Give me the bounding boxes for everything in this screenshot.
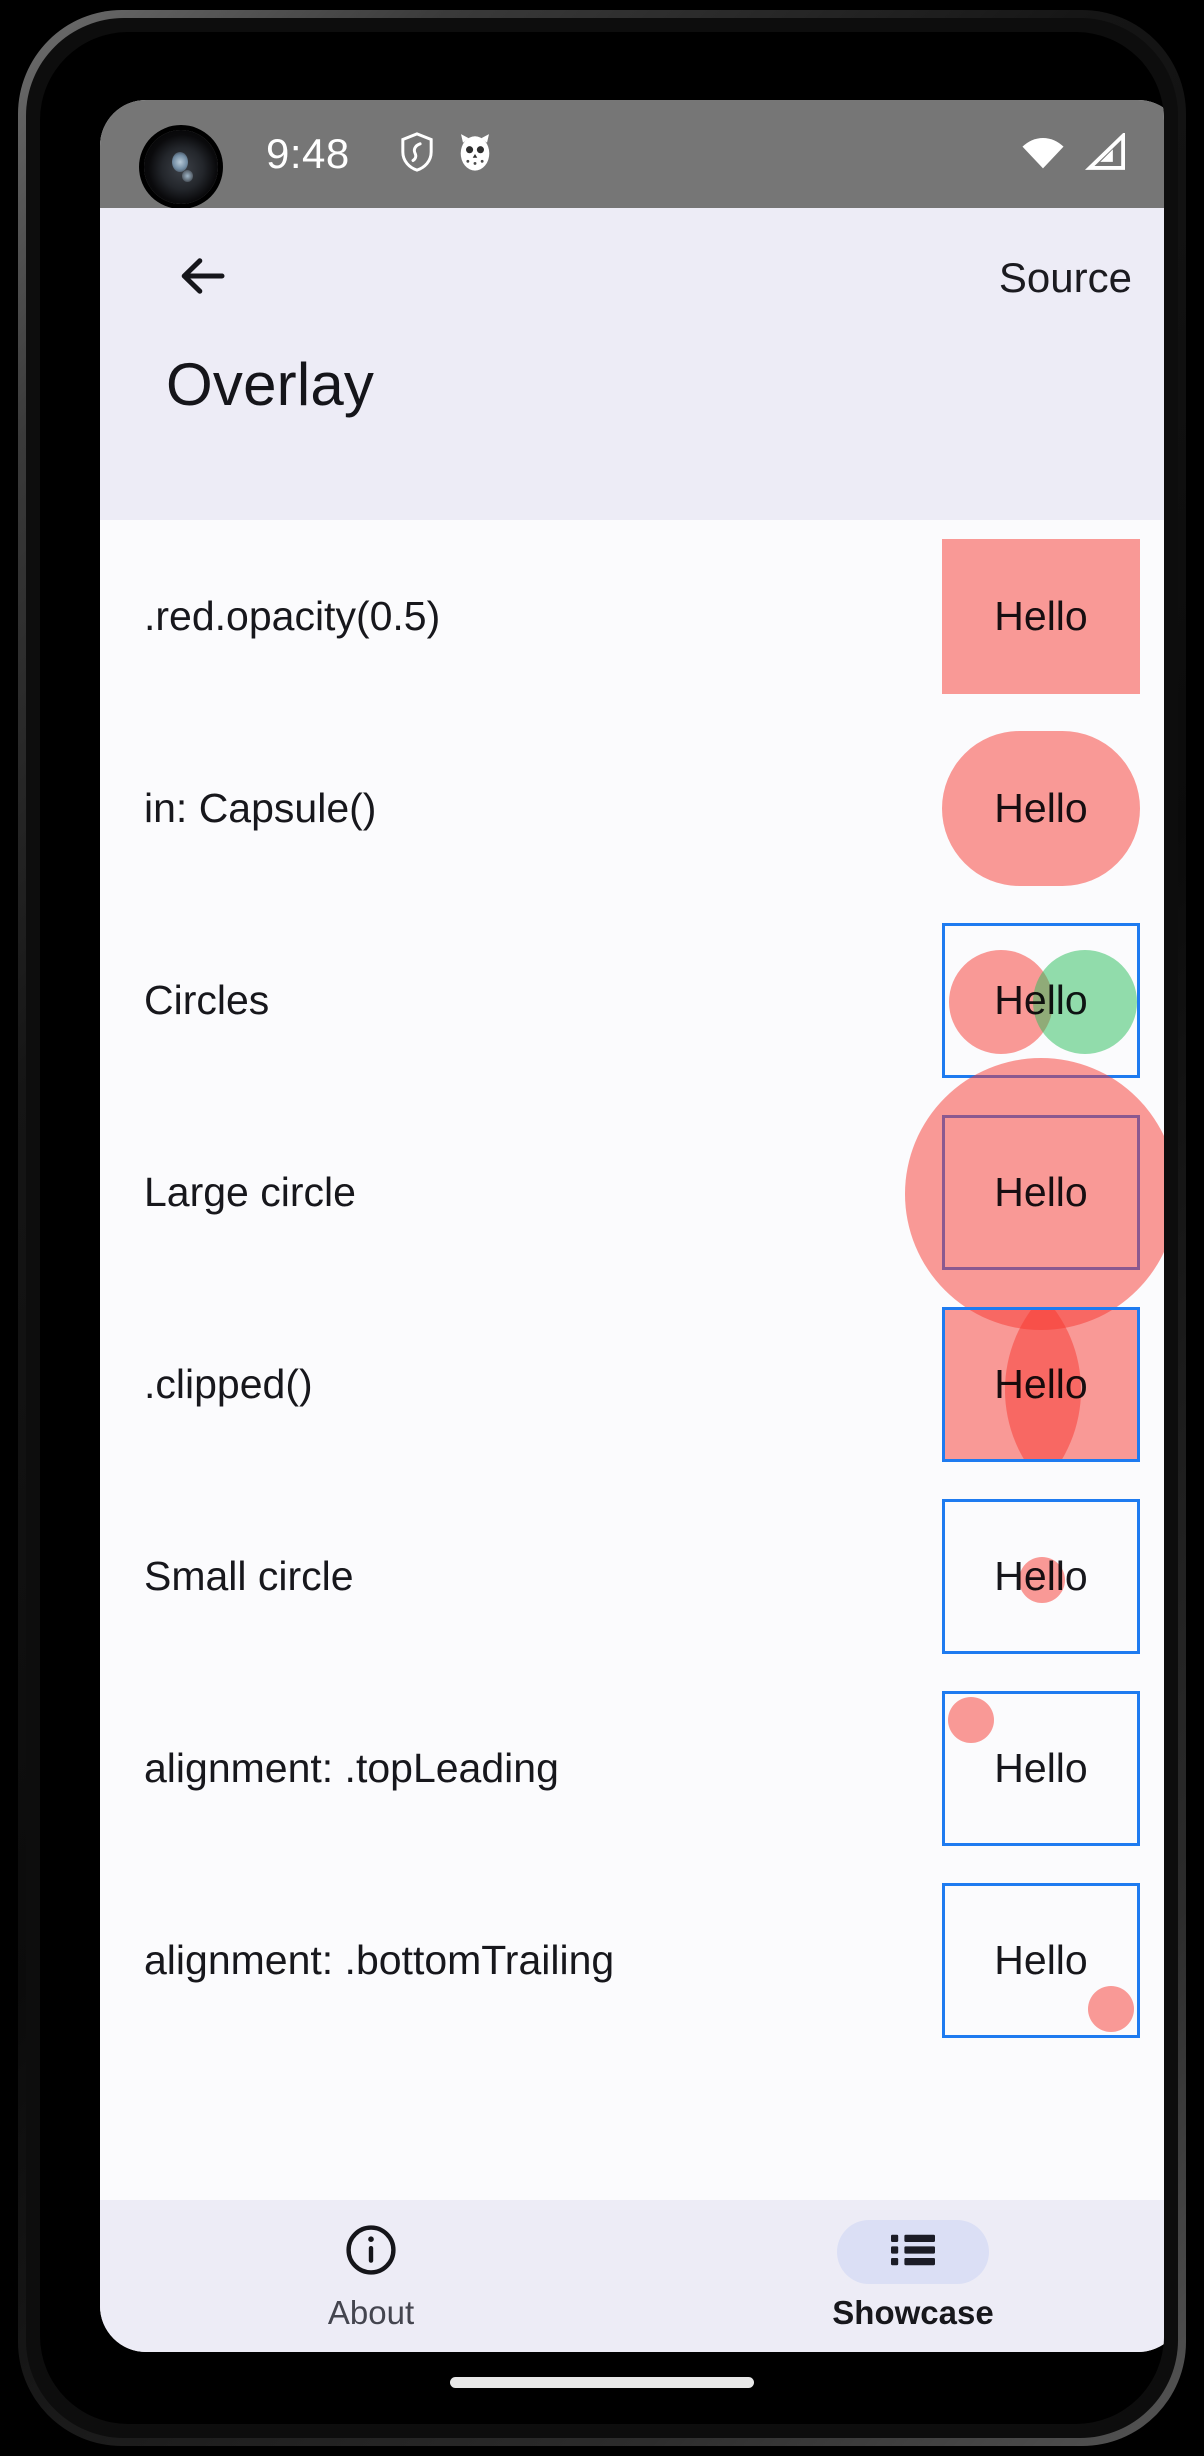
demo-clipped-circles: Hello [942,1306,1140,1462]
app-bar: Source Overlay [100,208,1164,520]
list-row-demo: Hello [942,1480,1140,1672]
nav-label-about: About [327,2294,415,2331]
home-indicator[interactable] [450,2377,754,2388]
list-row[interactable]: alignment: .bottomTrailing Hello [100,1864,1164,2056]
nav-pill-showcase [837,2220,989,2284]
top-leading-red-circle [948,1696,994,1743]
hello-text: Hello [994,976,1088,1023]
list-row-demo: Hello [942,904,1140,1096]
hello-text: Hello [994,1168,1088,1215]
demo-align-top-leading: Hello [942,1690,1140,1846]
list-row-label: Circles [144,976,270,1023]
device-frame: 9:48 Source Overlay .red.opacity(0.5) He… [0,0,1204,2456]
shield-icon [400,131,434,177]
demo-capsule-red: Hello [942,730,1140,886]
phone-bezel-inner: 9:48 Source Overlay .red.opacity(0.5) He… [40,32,1164,2424]
list-row[interactable]: Large circle Hello [100,1057,1164,1330]
front-camera-punchhole [144,130,218,204]
hello-text: Hello [994,784,1088,831]
list-row[interactable]: .clipped() Hello [100,1288,1164,1480]
list-row-demo: Hello [942,1864,1140,2056]
bottom-trailing-red-circle [1088,1985,1134,2032]
list-row-label: in: Capsule() [144,784,377,831]
list-row-demo: Hello [942,1672,1140,1864]
demo-large-circle: Hello [905,1057,1164,1330]
demo-align-bottom-trailing: Hello [942,1882,1140,2038]
list-row-demo: Hello [942,712,1140,904]
list-row[interactable]: .red.opacity(0.5) Hello [100,520,1164,712]
hello-text: Hello [994,1936,1088,1983]
list-row-demo: Hello [942,1288,1140,1480]
arrow-left-icon [175,248,231,309]
list-row[interactable]: Small circle Hello [100,1480,1164,1672]
status-bar-notification-icons [400,100,494,208]
bottom-navigation-bar: About Showcase [100,2200,1164,2352]
hello-text: Hello [994,592,1088,639]
owl-icon [456,132,494,177]
source-button[interactable]: Source [993,246,1138,310]
demo-two-circles: Hello [942,922,1140,1078]
list-row-label: Large circle [144,1168,356,1215]
status-bar-system-icons [1020,100,1128,208]
cell-signal-icon [1084,130,1128,176]
phone-screen: 9:48 Source Overlay .red.opacity(0.5) He… [100,100,1164,2352]
page-title: Overlay [166,351,375,418]
back-button[interactable] [166,241,240,315]
hello-text: Hello [994,1360,1088,1407]
hello-text: Hello [994,1552,1088,1599]
status-bar-clock: 9:48 [266,130,350,177]
list-row-label: .red.opacity(0.5) [144,592,441,639]
nav-item-showcase[interactable]: Showcase [642,2200,1164,2352]
list-row[interactable]: alignment: .topLeading Hello [100,1672,1164,1864]
list-row[interactable]: in: Capsule() Hello [100,712,1164,904]
list-row-label: .clipped() [144,1360,313,1407]
list-row-label: Small circle [144,1552,354,1599]
status-bar: 9:48 [100,100,1164,208]
hello-text: Hello [994,1744,1088,1791]
nav-label-showcase: Showcase [832,2294,994,2331]
list-row-label: alignment: .topLeading [144,1744,559,1791]
list-row-label: alignment: .bottomTrailing [144,1936,615,1983]
info-circle-icon [345,2224,397,2281]
list-row-demo: Hello [905,1057,1164,1330]
wifi-icon [1020,133,1066,176]
demo-small-circle: Hello [942,1498,1140,1654]
demo-rect-red: Hello [942,538,1140,694]
nav-pill-about [295,2220,447,2284]
list-row[interactable]: Circles Hello [100,904,1164,1096]
showcase-list[interactable]: .red.opacity(0.5) Hello in: Capsule() He… [100,520,1164,2200]
nav-item-about[interactable]: About [100,2200,642,2352]
camera-glint-secondary [182,170,193,182]
list-row-demo: Hello [942,520,1140,712]
camera-glint [172,152,188,172]
list-bullet-icon [890,2232,936,2273]
app-bar-top-row: Source [100,208,1164,348]
